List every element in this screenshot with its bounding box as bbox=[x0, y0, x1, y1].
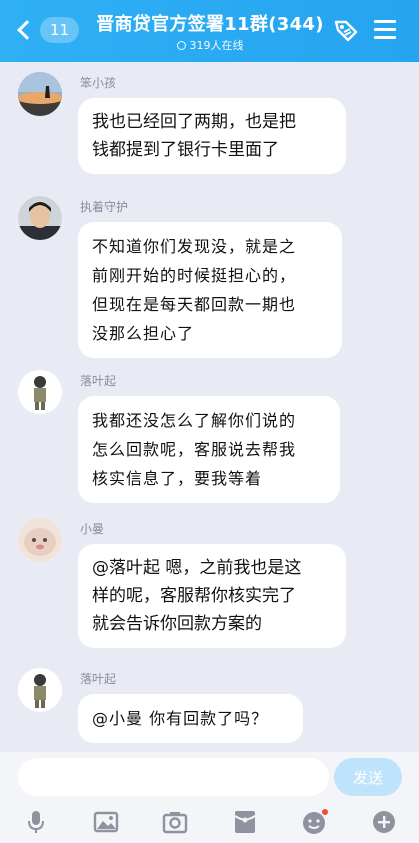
avatar[interactable] bbox=[18, 518, 62, 562]
message-bubble[interactable]: 我都还没怎么了解你们说的 怎么回款呢，客服说去帮我 核实信息了，要我等着 bbox=[78, 396, 340, 503]
message-line: 就会告诉你回款方案的 bbox=[92, 614, 262, 634]
group-title: 晋商贷官方签署11群(344) bbox=[96, 14, 324, 35]
message-line: 我都还没怎么了解你们说的 bbox=[92, 411, 297, 430]
chevron-left-icon bbox=[17, 20, 37, 40]
message-line: @小曼 你有回款了吗？ bbox=[92, 709, 269, 728]
message-line: 我也已经回了两期，也是把 bbox=[92, 112, 296, 132]
emoji-icon[interactable] bbox=[300, 808, 328, 836]
sender-name: 小曼 bbox=[80, 522, 105, 536]
message-bubble[interactable]: @落叶起 嗯，之前我也是这 样的呢，客服帮你核实完了 就会告诉你回款方案的 bbox=[78, 544, 346, 648]
back-button[interactable]: 11 bbox=[14, 15, 80, 45]
online-icon bbox=[176, 40, 186, 50]
chat-header: 11 晋商贷官方签署11群(344) 319人在线 bbox=[0, 0, 419, 62]
avatar[interactable] bbox=[18, 668, 62, 712]
online-status: 319人在线 bbox=[90, 37, 330, 53]
red-packet-icon[interactable] bbox=[231, 808, 259, 836]
camera-icon[interactable] bbox=[161, 808, 189, 836]
message-input[interactable] bbox=[18, 758, 329, 796]
message-line: 没那么担心了 bbox=[92, 324, 195, 343]
sender-name: 落叶起 bbox=[80, 672, 117, 686]
composer-toolbar bbox=[0, 806, 419, 840]
send-button[interactable]: 发送 bbox=[334, 758, 402, 796]
message-bubble[interactable]: 我也已经回了两期，也是把 钱都提到了银行卡里面了 bbox=[78, 98, 346, 174]
group-tag-icon[interactable] bbox=[332, 16, 360, 44]
message-line: 样的呢，客服帮你核实完了 bbox=[92, 586, 296, 606]
message-line: 核实信息了，要我等着 bbox=[92, 469, 263, 488]
microphone-icon[interactable] bbox=[22, 808, 50, 836]
composer: 发送 bbox=[0, 752, 419, 843]
image-icon[interactable] bbox=[92, 808, 120, 836]
menu-icon[interactable] bbox=[374, 20, 396, 40]
message-line: 前刚开始的时候挺担心的， bbox=[92, 266, 297, 285]
plus-icon[interactable] bbox=[370, 808, 398, 836]
message-line: 不知道你们发现没，就是之 bbox=[92, 237, 297, 256]
avatar[interactable] bbox=[18, 370, 62, 414]
avatar[interactable] bbox=[18, 196, 62, 240]
avatar[interactable] bbox=[18, 72, 62, 116]
sender-name: 落叶起 bbox=[80, 374, 117, 388]
message-bubble[interactable]: 不知道你们发现没，就是之 前刚开始的时候挺担心的， 但现在是每天都回款一期也 没… bbox=[78, 222, 342, 358]
message-line: 怎么回款呢，客服说去帮我 bbox=[92, 440, 297, 459]
message-line: 但现在是每天都回款一期也 bbox=[92, 295, 297, 314]
sender-name: 执着守护 bbox=[80, 200, 129, 214]
unread-count-badge: 11 bbox=[40, 17, 80, 43]
message-bubble[interactable]: @小曼 你有回款了吗？ bbox=[78, 694, 303, 743]
message-line: @落叶起 嗯，之前我也是这 bbox=[92, 558, 302, 578]
online-count: 319人在线 bbox=[189, 39, 244, 52]
message-line: 钱都提到了银行卡里面了 bbox=[92, 140, 279, 160]
sender-name: 笨小孩 bbox=[80, 76, 117, 90]
